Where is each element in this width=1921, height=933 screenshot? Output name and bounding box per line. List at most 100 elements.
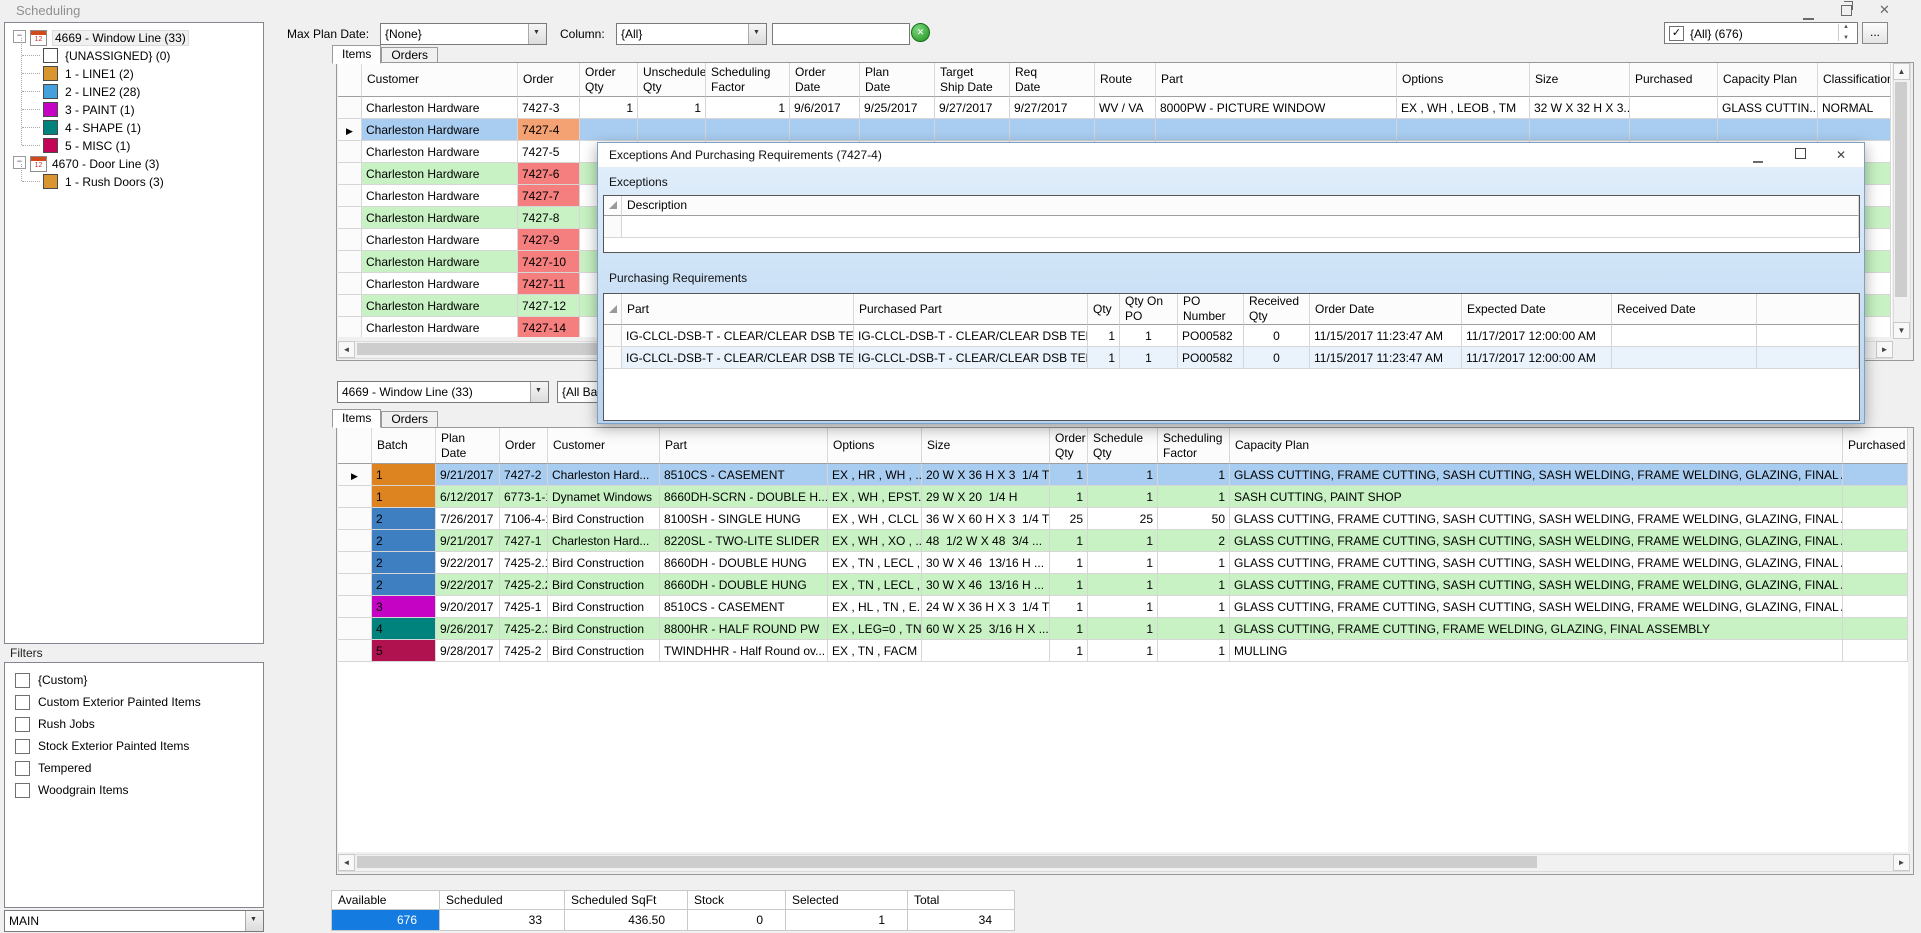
grid-row[interactable]: 16/12/20176773-1-1Dynamet Windows8660DH-… [338,486,1908,508]
grid-row[interactable]: 49/26/20177425-2.3Bird Construction8800H… [338,618,1908,640]
dialog-minimize-icon[interactable] [1751,152,1765,166]
hscroll-thumb[interactable] [357,856,1537,868]
chevron-down-icon[interactable] [530,382,548,402]
column-header[interactable]: Part [660,428,828,464]
filter-item[interactable]: Tempered [5,757,263,779]
orders-vscrollbar[interactable]: ▲ ▼ [1893,63,1911,339]
line-selector-combo[interactable]: 4669 - Window Line (33) [337,381,549,403]
column-header[interactable]: Order Date [790,63,860,97]
scroll-left-icon[interactable]: ◄ [338,854,355,871]
filter-item[interactable]: Rush Jobs [5,713,263,735]
grid-row[interactable]: 39/20/20177425-1Bird Construction8510CS … [338,596,1908,618]
grid-row[interactable]: Charleston Hardware7427-31119/6/20179/25… [338,97,1891,119]
column-header[interactable]: Description [622,196,1859,216]
column-header[interactable]: Received Date [1612,294,1757,325]
all-items-filter-box[interactable]: ✓ {All} (676) [1664,22,1858,44]
column-combo[interactable]: {All} [616,23,767,45]
tree-leaf[interactable]: 3 - PAINT (1) [5,100,263,118]
column-header[interactable] [1757,294,1859,325]
filter-value-input[interactable] [772,23,910,45]
grid-row[interactable]: 59/28/20177425-2Bird ConstructionTWINDHH… [338,640,1908,662]
grid-row[interactable]: 29/22/20177425-2.2Bird Construction8660D… [338,574,1908,596]
tree-leaf[interactable]: 5 - MISC (1) [5,136,263,154]
all-checkbox[interactable]: ✓ [1669,26,1684,41]
column-header[interactable]: Order Qty [580,63,638,97]
filter-item[interactable]: Stock Exterior Painted Items [5,735,263,757]
column-header[interactable]: Target Ship Date [935,63,1010,97]
tree-node[interactable]: −4670 - Door Line (3) [5,154,263,172]
column-header[interactable]: Scheduling Factor [706,63,790,97]
column-header[interactable]: Order Date [1310,294,1462,325]
column-header[interactable]: Unscheduled Qty [638,63,706,97]
column-header[interactable]: Classification [1818,63,1891,97]
column-header[interactable]: Purchased Part [854,294,1088,325]
filter-checkbox[interactable] [15,783,30,798]
column-header[interactable]: Req Date [1010,63,1095,97]
column-header[interactable]: Order Qty [1050,428,1088,464]
clear-filter-button[interactable] [911,23,930,42]
column-header[interactable]: Order [500,428,548,464]
column-header[interactable]: Capacity Plan [1718,63,1818,97]
column-header[interactable]: Options [1397,63,1530,97]
filter-checkbox[interactable] [15,695,30,710]
chevron-down-icon[interactable] [528,24,546,44]
column-header[interactable]: Customer [548,428,660,464]
scroll-up-icon[interactable]: ▲ [1893,63,1910,80]
tree-node[interactable]: −4669 - Window Line (33) [5,28,263,46]
column-header[interactable]: Customer [362,63,518,97]
filter-item[interactable]: Custom Exterior Painted Items [5,691,263,713]
scroll-left-icon[interactable]: ◄ [338,341,355,358]
filter-checkbox[interactable] [15,673,30,688]
column-header[interactable]: Part [622,294,854,325]
grid-row[interactable]: ▶19/21/20177427-2Charleston Hard...8510C… [338,464,1908,486]
grid-row[interactable]: ▶Charleston Hardware7427-4 [338,119,1891,141]
column-header[interactable]: Received Qty [1244,294,1310,325]
column-header[interactable]: Qty [1088,294,1120,325]
tab-items-top[interactable]: Items [332,45,381,64]
grid-row[interactable]: IG-CLCL-DSB-T - CLEAR/CLEAR DSB TEMPERED… [604,347,1859,369]
grid-row[interactable] [604,216,1859,238]
filter-checkbox[interactable] [15,761,30,776]
chevron-down-icon[interactable] [245,911,263,931]
column-header[interactable]: PO Number [1178,294,1244,325]
column-header[interactable]: Options [828,428,922,464]
column-header[interactable]: Schedule Qty [1088,428,1158,464]
filter-item[interactable]: {Custom} [5,669,263,691]
scroll-right-icon[interactable]: ► [1876,341,1893,358]
tree-leaf[interactable]: 1 - LINE1 (2) [5,64,263,82]
column-header[interactable]: Size [1530,63,1630,97]
more-options-button[interactable]: ... [1862,22,1888,44]
column-header[interactable]: Plan Date [860,63,935,97]
dialog-maximize-icon[interactable] [1793,148,1807,162]
column-header[interactable]: Size [922,428,1050,464]
nav-combo[interactable]: MAIN [4,910,264,932]
tree-leaf[interactable]: 2 - LINE2 (28) [5,82,263,100]
spinner-control[interactable] [1838,24,1855,41]
tree-leaf[interactable]: 1 - Rush Doors (3) [5,172,263,190]
column-header[interactable]: Qty On PO [1120,294,1178,325]
tab-orders-bottom[interactable]: Orders [381,411,438,428]
chevron-down-icon[interactable] [748,24,766,44]
scroll-down-icon[interactable]: ▼ [1893,322,1910,339]
vscroll-thumb[interactable] [1895,82,1907,297]
grid-row[interactable]: IG-CLCL-DSB-T - CLEAR/CLEAR DSB TEMPERED… [604,325,1859,347]
column-header[interactable]: Capacity Plan [1230,428,1843,464]
close-icon[interactable]: ✕ [1879,3,1890,23]
tab-items-bottom[interactable]: Items [332,409,381,428]
tree-leaf[interactable]: {UNASSIGNED} (0) [5,46,263,64]
column-header[interactable]: Part [1156,63,1397,97]
grid-row[interactable]: 29/21/20177427-1Charleston Hard...8220SL… [338,530,1908,552]
column-header[interactable]: Route [1095,63,1156,97]
batches-hscrollbar[interactable]: ◄ ► [338,854,1910,872]
tree-leaf[interactable]: 4 - SHAPE (1) [5,118,263,136]
collapse-icon[interactable]: − [13,156,26,169]
column-header[interactable]: Expected Date [1462,294,1612,325]
column-header[interactable]: Batch [372,428,436,464]
column-header[interactable]: Order [518,63,580,97]
column-header[interactable]: Scheduling Factor [1158,428,1230,464]
dialog-close-icon[interactable]: ✕ [1834,148,1848,162]
filter-checkbox[interactable] [15,739,30,754]
collapse-icon[interactable]: − [13,30,26,43]
filter-item[interactable]: Woodgrain Items [5,779,263,801]
scroll-right-icon[interactable]: ► [1893,854,1910,871]
